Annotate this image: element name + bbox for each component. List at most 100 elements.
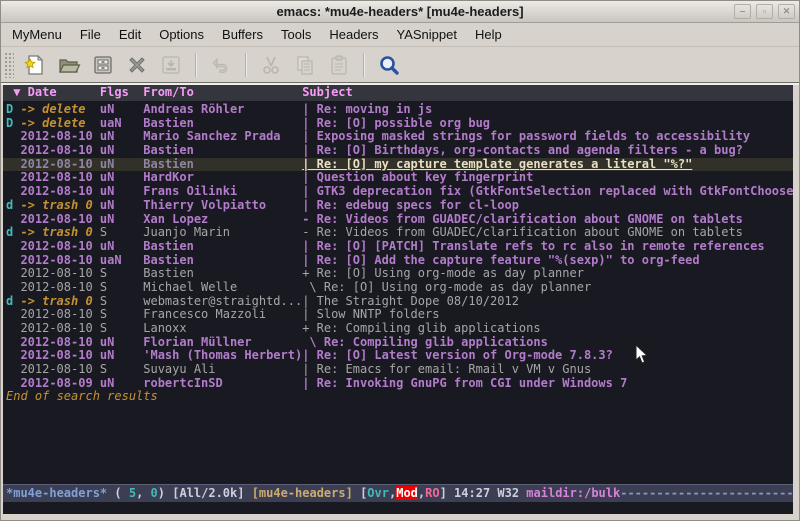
row-subject: | Re: Invoking GnuPG from CGI under Wind…: [302, 377, 793, 391]
toolbar-separator: [363, 53, 365, 77]
echo-area[interactable]: [3, 502, 793, 514]
row-date: 2012-08-09: [20, 377, 99, 391]
modeline[interactable]: *mu4e-headers* ( 5, 0) [All/2.0k] [mu4e-…: [3, 484, 793, 502]
menu-item-edit[interactable]: Edit: [110, 24, 150, 45]
mail-row[interactable]: 2012-08-10uNMario Sanchez Prada| Exposin…: [3, 130, 793, 144]
mail-row[interactable]: 2012-08-10uNBastien| Re: [O] [PATCH] Tra…: [3, 240, 793, 254]
mark-flag: d: [6, 295, 20, 309]
row-date: -> trash 0: [20, 199, 99, 213]
mail-row[interactable]: 2012-08-10uNFlorian Müllner \ Re: Compil…: [3, 336, 793, 350]
emacs-window: emacs: *mu4e-headers* [mu4e-headers] ‒ ▫…: [0, 0, 800, 521]
modeline-segment-num: 0: [151, 486, 158, 500]
search-icon[interactable]: [373, 50, 405, 80]
toolbar-drag-handle[interactable]: [4, 52, 14, 78]
row-date: 2012-08-10: [20, 171, 99, 185]
mark-flag: [6, 213, 20, 227]
row-subject: + Re: Compiling glib applications: [302, 322, 793, 336]
mail-row[interactable]: 2012-08-10SBastien+ Re: [O] Using org-mo…: [3, 267, 793, 281]
mail-row[interactable]: 2012-08-10uNHardKor| Question about key …: [3, 171, 793, 185]
row-flags: S: [100, 267, 143, 281]
row-subject: | Re: Emacs for email: Rmail v VM v Gnus: [302, 363, 793, 377]
row-subject: - Re: Videos from GUADEC/clarification a…: [302, 226, 793, 240]
menu-item-options[interactable]: Options: [150, 24, 213, 45]
mail-row[interactable]: D-> deleteuaNBastien| Re: [O] possible o…: [3, 117, 793, 131]
save-as-icon: [155, 50, 187, 80]
mark-flag: [6, 185, 20, 199]
mail-row[interactable]: 2012-08-10uaNBastien| Re: [O] Add the ca…: [3, 254, 793, 268]
row-flags: S: [100, 308, 143, 322]
mail-row[interactable]: 2012-08-10uNBastien| Re: [O] my capture …: [3, 158, 793, 172]
buffer-area: ▼ Date Flgs From/To Subject D-> deleteuN…: [3, 85, 793, 514]
mail-row[interactable]: 2012-08-10uNFrans Oilinki| GTK3 deprecat…: [3, 185, 793, 199]
row-subject: | The Straight Dope 08/10/2012: [302, 295, 793, 309]
menubar: MyMenuFileEditOptionsBuffersToolsHeaders…: [1, 23, 799, 47]
mail-row[interactable]: 2012-08-10SMichael Welle \ Re: [O] Using…: [3, 281, 793, 295]
row-flags: uN: [100, 349, 143, 363]
mark-flag: D: [6, 103, 20, 117]
mail-row[interactable]: 2012-08-10SFrancesco Mazzoli| Slow NNTP …: [3, 308, 793, 322]
mail-row[interactable]: d-> trash 0uNThierry Volpiatto| Re: edeb…: [3, 199, 793, 213]
modeline-segment-mode: [mu4e-headers]: [252, 486, 353, 500]
mail-row[interactable]: 2012-08-10SLanoxx+ Re: Compiling glib ap…: [3, 322, 793, 336]
modeline-segment-plain: [: [353, 486, 367, 500]
mail-row[interactable]: 2012-08-10uNXan Lopez- Re: Videos from G…: [3, 213, 793, 227]
mark-flag: [6, 144, 20, 158]
row-date: 2012-08-10: [20, 349, 99, 363]
header-flags-col[interactable]: Flgs: [100, 85, 143, 101]
row-date: 2012-08-10: [20, 213, 99, 227]
row-flags: S: [100, 281, 143, 295]
row-flags: S: [100, 363, 143, 377]
header-line[interactable]: ▼ Date Flgs From/To Subject: [3, 85, 793, 101]
row-subject: - Re: Videos from GUADEC/clarification a…: [302, 213, 793, 227]
minimize-button[interactable]: ‒: [734, 4, 751, 19]
row-from: Bastien: [143, 158, 302, 172]
row-date: 2012-08-10: [20, 130, 99, 144]
mark-flag: D: [6, 117, 20, 131]
row-subject: | Exposing masked strings for password f…: [302, 130, 793, 144]
row-from: Xan Lopez: [143, 213, 302, 227]
menu-item-help[interactable]: Help: [466, 24, 511, 45]
row-subject: | Re: moving in js: [302, 103, 793, 117]
save-icon[interactable]: [87, 50, 119, 80]
row-from: Mario Sanchez Prada: [143, 130, 302, 144]
header-from-col[interactable]: From/To: [143, 85, 302, 101]
menu-item-tools[interactable]: Tools: [272, 24, 320, 45]
row-date: 2012-08-10: [20, 267, 99, 281]
close-buffer-icon[interactable]: [121, 50, 153, 80]
mail-row[interactable]: 2012-08-10uNBastien| Re: [O] Birthdays, …: [3, 144, 793, 158]
mail-row[interactable]: 2012-08-10uN'Mash (Thomas Herbert)| Re: …: [3, 349, 793, 363]
menu-item-file[interactable]: File: [71, 24, 110, 45]
header-subject-col[interactable]: Subject: [302, 85, 793, 101]
new-file-icon[interactable]: [19, 50, 51, 80]
menu-item-mymenu[interactable]: MyMenu: [3, 24, 71, 45]
menu-item-headers[interactable]: Headers: [320, 24, 387, 45]
mail-row[interactable]: 2012-08-09uNrobertcInSD| Re: Invoking Gn…: [3, 377, 793, 391]
row-subject: | Re: [O] possible org bug: [302, 117, 793, 131]
row-from: Bastien: [143, 117, 302, 131]
row-date: 2012-08-10: [20, 281, 99, 295]
row-from: Frans Oilinki: [143, 185, 302, 199]
menu-item-yasnippet[interactable]: YASnippet: [387, 24, 465, 45]
row-flags: S: [100, 226, 143, 240]
header-date-col[interactable]: ▼ Date: [13, 85, 100, 101]
copy-icon: [289, 50, 321, 80]
menu-item-buffers[interactable]: Buffers: [213, 24, 272, 45]
row-from: HardKor: [143, 171, 302, 185]
row-from: Bastien: [143, 144, 302, 158]
mark-flag: [6, 336, 20, 350]
mail-row[interactable]: d-> trash 0SJuanjo Marin- Re: Videos fro…: [3, 226, 793, 240]
modeline-segment-ro: RO: [425, 486, 439, 500]
mail-row[interactable]: d-> trash 0Swebmaster@straightd...| The …: [3, 295, 793, 309]
row-flags: S: [100, 295, 143, 309]
maximize-button[interactable]: ▫: [756, 4, 773, 19]
row-flags: uN: [100, 130, 143, 144]
row-date: -> delete: [20, 117, 99, 131]
close-button[interactable]: ✕: [778, 4, 795, 19]
titlebar[interactable]: emacs: *mu4e-headers* [mu4e-headers] ‒ ▫…: [1, 1, 799, 23]
row-subject: | GTK3 deprecation fix (GtkFontSelection…: [302, 185, 793, 199]
open-folder-icon[interactable]: [53, 50, 85, 80]
mail-row[interactable]: 2012-08-10SSuvayu Ali| Re: Emacs for ema…: [3, 363, 793, 377]
modeline-segment-plain: ] 14:27 W32: [440, 486, 527, 500]
mail-row[interactable]: D-> deleteuNAndreas Röhler| Re: moving i…: [3, 103, 793, 117]
row-from: Thierry Volpiatto: [143, 199, 302, 213]
